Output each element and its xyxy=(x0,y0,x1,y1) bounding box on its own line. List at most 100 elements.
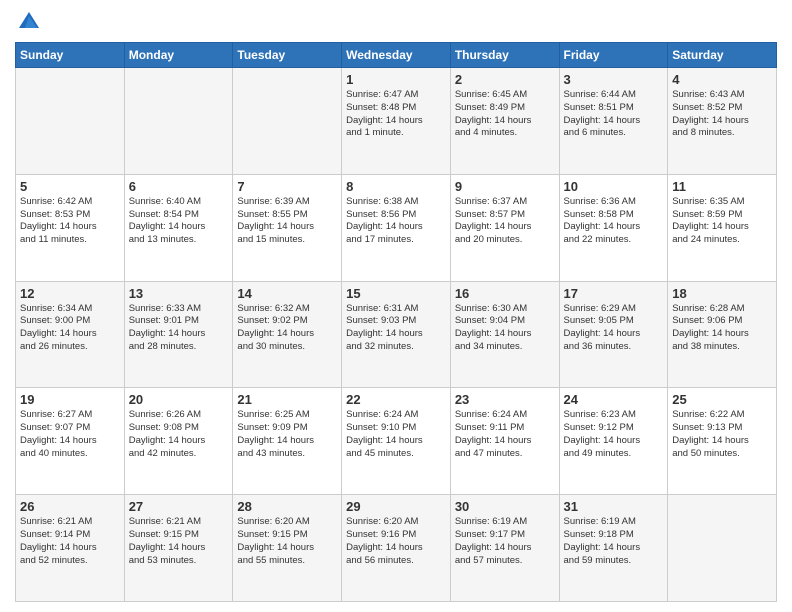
day-info: Sunrise: 6:42 AM Sunset: 8:53 PM Dayligh… xyxy=(20,196,120,247)
day-info: Sunrise: 6:32 AM Sunset: 9:02 PM Dayligh… xyxy=(237,303,337,354)
calendar-day-15: 15 Sunrise: 6:31 AM Sunset: 9:03 PM Dayli… xyxy=(342,281,451,388)
day-info: Sunrise: 6:47 AM Sunset: 8:48 PM Dayligh… xyxy=(346,89,446,140)
col-header-thursday: Thursday xyxy=(450,43,559,68)
day-number: 29 xyxy=(346,499,446,514)
day-info: Sunrise: 6:34 AM Sunset: 9:00 PM Dayligh… xyxy=(20,303,120,354)
calendar-day-17: 17Sunrise: 6:29 AM Sunset: 9:05 PM Dayli… xyxy=(559,281,668,388)
day-number: 3 xyxy=(564,72,664,87)
day-info: Sunrise: 6:45 AM Sunset: 8:49 PM Dayligh… xyxy=(455,89,555,140)
day-info: Sunrise: 6:21 AM Sunset: 9:14 PM Dayligh… xyxy=(20,516,120,567)
empty-cell xyxy=(16,68,125,175)
day-info: Sunrise: 6:37 AM Sunset: 8:57 PM Dayligh… xyxy=(455,196,555,247)
day-number: 9 xyxy=(455,179,555,194)
day-number: 4 xyxy=(672,72,772,87)
calendar-day-4: 4 Sunrise: 6:43 AM Sunset: 8:52 PM Daylig… xyxy=(668,68,777,175)
day-number: 6 xyxy=(129,179,229,194)
calendar-day-13: 13Sunrise: 6:33 AM Sunset: 9:01 PM Dayli… xyxy=(124,281,233,388)
calendar-week-row: 19 Sunrise: 6:27 AM Sunset: 9:07 PM Dayli… xyxy=(16,388,777,495)
empty-cell xyxy=(124,68,233,175)
day-info: Sunrise: 6:20 AM Sunset: 9:16 PM Dayligh… xyxy=(346,516,446,567)
day-number: 11 xyxy=(672,179,772,194)
day-number: 30 xyxy=(455,499,555,514)
calendar-day-25: 25 Sunrise: 6:22 AM Sunset: 9:13 PM Dayli… xyxy=(668,388,777,495)
calendar-day-2: 2 Sunrise: 6:45 AM Sunset: 8:49 PM Daylig… xyxy=(450,68,559,175)
calendar-day-24: 24 Sunrise: 6:23 AM Sunset: 9:12 PM Dayli… xyxy=(559,388,668,495)
calendar-day-20: 20 Sunrise: 6:26 AM Sunset: 9:08 PM Dayli… xyxy=(124,388,233,495)
day-info: Sunrise: 6:44 AM Sunset: 8:51 PM Dayligh… xyxy=(564,89,664,140)
calendar-day-8: 8Sunrise: 6:38 AM Sunset: 8:56 PM Daylig… xyxy=(342,174,451,281)
empty-cell xyxy=(233,68,342,175)
day-number: 20 xyxy=(129,392,229,407)
day-number: 17 xyxy=(564,286,664,301)
calendar-day-21: 21 Sunrise: 6:25 AM Sunset: 9:09 PM Dayli… xyxy=(233,388,342,495)
calendar-day-12: 12 Sunrise: 6:34 AM Sunset: 9:00 PM Dayli… xyxy=(16,281,125,388)
calendar-day-9: 9 Sunrise: 6:37 AM Sunset: 8:57 PM Daylig… xyxy=(450,174,559,281)
day-number: 26 xyxy=(20,499,120,514)
day-info: Sunrise: 6:26 AM Sunset: 9:08 PM Dayligh… xyxy=(129,409,229,460)
day-number: 14 xyxy=(237,286,337,301)
day-info: Sunrise: 6:22 AM Sunset: 9:13 PM Dayligh… xyxy=(672,409,772,460)
calendar-week-row: 5Sunrise: 6:42 AM Sunset: 8:53 PM Daylig… xyxy=(16,174,777,281)
calendar-table: SundayMondayTuesdayWednesdayThursdayFrid… xyxy=(15,42,777,602)
calendar-day-6: 6 Sunrise: 6:40 AM Sunset: 8:54 PM Daylig… xyxy=(124,174,233,281)
calendar-day-23: 23 Sunrise: 6:24 AM Sunset: 9:11 PM Dayli… xyxy=(450,388,559,495)
page: SundayMondayTuesdayWednesdayThursdayFrid… xyxy=(0,0,792,612)
day-info: Sunrise: 6:31 AM Sunset: 9:03 PM Dayligh… xyxy=(346,303,446,354)
calendar-day-28: 28 Sunrise: 6:20 AM Sunset: 9:15 PM Dayli… xyxy=(233,495,342,602)
day-number: 7 xyxy=(237,179,337,194)
calendar-day-10: 10 Sunrise: 6:36 AM Sunset: 8:58 PM Dayli… xyxy=(559,174,668,281)
calendar-week-row: 26 Sunrise: 6:21 AM Sunset: 9:14 PM Dayli… xyxy=(16,495,777,602)
day-number: 2 xyxy=(455,72,555,87)
day-info: Sunrise: 6:43 AM Sunset: 8:52 PM Dayligh… xyxy=(672,89,772,140)
empty-cell xyxy=(668,495,777,602)
calendar-day-3: 3 Sunrise: 6:44 AM Sunset: 8:51 PM Daylig… xyxy=(559,68,668,175)
day-number: 24 xyxy=(564,392,664,407)
day-info: Sunrise: 6:25 AM Sunset: 9:09 PM Dayligh… xyxy=(237,409,337,460)
calendar-day-18: 18Sunrise: 6:28 AM Sunset: 9:06 PM Dayli… xyxy=(668,281,777,388)
day-number: 25 xyxy=(672,392,772,407)
calendar-day-27: 27Sunrise: 6:21 AM Sunset: 9:15 PM Dayli… xyxy=(124,495,233,602)
day-info: Sunrise: 6:36 AM Sunset: 8:58 PM Dayligh… xyxy=(564,196,664,247)
day-info: Sunrise: 6:35 AM Sunset: 8:59 PM Dayligh… xyxy=(672,196,772,247)
day-info: Sunrise: 6:27 AM Sunset: 9:07 PM Dayligh… xyxy=(20,409,120,460)
day-info: Sunrise: 6:40 AM Sunset: 8:54 PM Dayligh… xyxy=(129,196,229,247)
day-number: 8 xyxy=(346,179,446,194)
day-number: 13 xyxy=(129,286,229,301)
col-header-tuesday: Tuesday xyxy=(233,43,342,68)
day-info: Sunrise: 6:20 AM Sunset: 9:15 PM Dayligh… xyxy=(237,516,337,567)
day-number: 31 xyxy=(564,499,664,514)
calendar-header-row: SundayMondayTuesdayWednesdayThursdayFrid… xyxy=(16,43,777,68)
day-number: 12 xyxy=(20,286,120,301)
day-number: 28 xyxy=(237,499,337,514)
logo-icon xyxy=(17,10,41,34)
calendar-week-row: 12 Sunrise: 6:34 AM Sunset: 9:00 PM Dayli… xyxy=(16,281,777,388)
day-number: 21 xyxy=(237,392,337,407)
col-header-sunday: Sunday xyxy=(16,43,125,68)
day-info: Sunrise: 6:19 AM Sunset: 9:18 PM Dayligh… xyxy=(564,516,664,567)
day-info: Sunrise: 6:24 AM Sunset: 9:11 PM Dayligh… xyxy=(455,409,555,460)
calendar-day-7: 7Sunrise: 6:39 AM Sunset: 8:55 PM Daylig… xyxy=(233,174,342,281)
logo xyxy=(15,10,45,34)
col-header-monday: Monday xyxy=(124,43,233,68)
calendar-day-30: 30Sunrise: 6:19 AM Sunset: 9:17 PM Dayli… xyxy=(450,495,559,602)
calendar-day-19: 19 Sunrise: 6:27 AM Sunset: 9:07 PM Dayli… xyxy=(16,388,125,495)
day-number: 19 xyxy=(20,392,120,407)
calendar-day-5: 5Sunrise: 6:42 AM Sunset: 8:53 PM Daylig… xyxy=(16,174,125,281)
day-info: Sunrise: 6:24 AM Sunset: 9:10 PM Dayligh… xyxy=(346,409,446,460)
day-number: 23 xyxy=(455,392,555,407)
header xyxy=(15,10,777,34)
calendar-day-22: 22Sunrise: 6:24 AM Sunset: 9:10 PM Dayli… xyxy=(342,388,451,495)
calendar-day-16: 16Sunrise: 6:30 AM Sunset: 9:04 PM Dayli… xyxy=(450,281,559,388)
day-number: 27 xyxy=(129,499,229,514)
col-header-friday: Friday xyxy=(559,43,668,68)
day-info: Sunrise: 6:23 AM Sunset: 9:12 PM Dayligh… xyxy=(564,409,664,460)
col-header-saturday: Saturday xyxy=(668,43,777,68)
day-number: 10 xyxy=(564,179,664,194)
day-number: 15 xyxy=(346,286,446,301)
calendar-day-31: 31 Sunrise: 6:19 AM Sunset: 9:18 PM Dayli… xyxy=(559,495,668,602)
calendar-day-29: 29 Sunrise: 6:20 AM Sunset: 9:16 PM Dayli… xyxy=(342,495,451,602)
day-info: Sunrise: 6:28 AM Sunset: 9:06 PM Dayligh… xyxy=(672,303,772,354)
col-header-wednesday: Wednesday xyxy=(342,43,451,68)
calendar-day-1: 1Sunrise: 6:47 AM Sunset: 8:48 PM Daylig… xyxy=(342,68,451,175)
calendar-week-row: 1Sunrise: 6:47 AM Sunset: 8:48 PM Daylig… xyxy=(16,68,777,175)
